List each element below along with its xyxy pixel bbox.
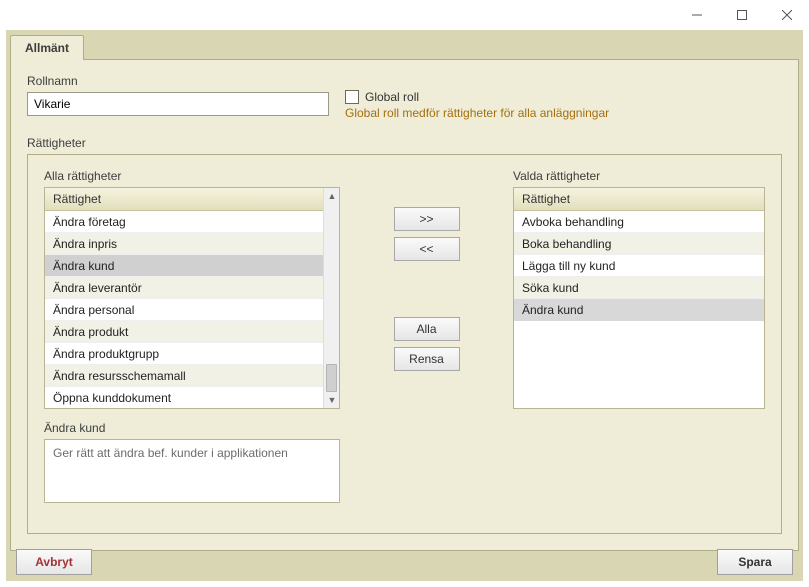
global-role-hint: Global roll medför rättigheter för alla …: [345, 106, 609, 120]
minimize-button[interactable]: [674, 0, 719, 30]
selected-rights-list[interactable]: Rättighet Avboka behandling Boka behandl…: [513, 187, 765, 409]
list-item[interactable]: Ändra kund: [45, 255, 323, 277]
titlebar: [0, 0, 809, 30]
all-rights-header: Rättighet: [45, 188, 323, 211]
cancel-button[interactable]: Avbryt: [16, 549, 92, 575]
list-item[interactable]: Ändra produktgrupp: [45, 343, 323, 365]
list-item[interactable]: Ändra kund: [514, 299, 764, 321]
rights-box: Alla rättigheter Rättighet Ändra företag…: [27, 154, 782, 534]
global-role-label: Global roll: [365, 90, 419, 104]
remove-right-button[interactable]: <<: [394, 237, 460, 261]
list-item[interactable]: Söka kund: [514, 277, 764, 299]
list-item[interactable]: Ändra leverantör: [45, 277, 323, 299]
list-item[interactable]: Ändra företag: [45, 211, 323, 233]
all-rights-list[interactable]: Rättighet Ändra företag Ändra inpris Änd…: [44, 187, 340, 409]
global-role-checkbox[interactable]: [345, 90, 359, 104]
list-item[interactable]: Ändra produkt: [45, 321, 323, 343]
clear-button[interactable]: Rensa: [394, 347, 460, 371]
add-all-button[interactable]: Alla: [394, 317, 460, 341]
global-role-checkbox-row[interactable]: Global roll: [345, 90, 609, 104]
minimize-icon: [692, 10, 702, 20]
list-item[interactable]: Avboka behandling: [514, 211, 764, 233]
selected-rights-header: Rättighet: [514, 188, 764, 211]
list-item[interactable]: Ändra personal: [45, 299, 323, 321]
tab-general[interactable]: Allmänt: [10, 35, 84, 60]
scroll-thumb[interactable]: [326, 364, 337, 392]
add-right-button[interactable]: >>: [394, 207, 460, 231]
all-rights-scrollbar[interactable]: ▲ ▼: [323, 188, 339, 408]
list-item[interactable]: Ändra resursschemamall: [45, 365, 323, 387]
list-item[interactable]: Lägga till ny kund: [514, 255, 764, 277]
save-button[interactable]: Spara: [717, 549, 793, 575]
maximize-icon: [737, 10, 747, 20]
scroll-down-icon[interactable]: ▼: [324, 392, 340, 408]
selected-rights-label: Valda rättigheter: [513, 169, 765, 183]
description-label: Ändra kund: [44, 421, 340, 435]
maximize-button[interactable]: [719, 0, 764, 30]
rights-section-label: Rättigheter: [27, 136, 782, 150]
close-button[interactable]: [764, 0, 809, 30]
workspace: Allmänt Rollnamn Global roll Global roll…: [6, 30, 803, 581]
all-rights-label: Alla rättigheter: [44, 169, 340, 183]
tabstrip: Allmänt: [6, 30, 803, 59]
close-icon: [782, 10, 792, 20]
role-name-input[interactable]: [27, 92, 329, 116]
scroll-up-icon[interactable]: ▲: [324, 188, 340, 204]
list-item[interactable]: Boka behandling: [514, 233, 764, 255]
description-box: Ger rätt att ändra bef. kunder i applika…: [44, 439, 340, 503]
list-item[interactable]: Ändra inpris: [45, 233, 323, 255]
list-item[interactable]: Öppna kunddokument: [45, 387, 323, 408]
tabpanel-general: Rollnamn Global roll Global roll medför …: [10, 59, 799, 551]
role-name-label: Rollnamn: [27, 74, 329, 88]
